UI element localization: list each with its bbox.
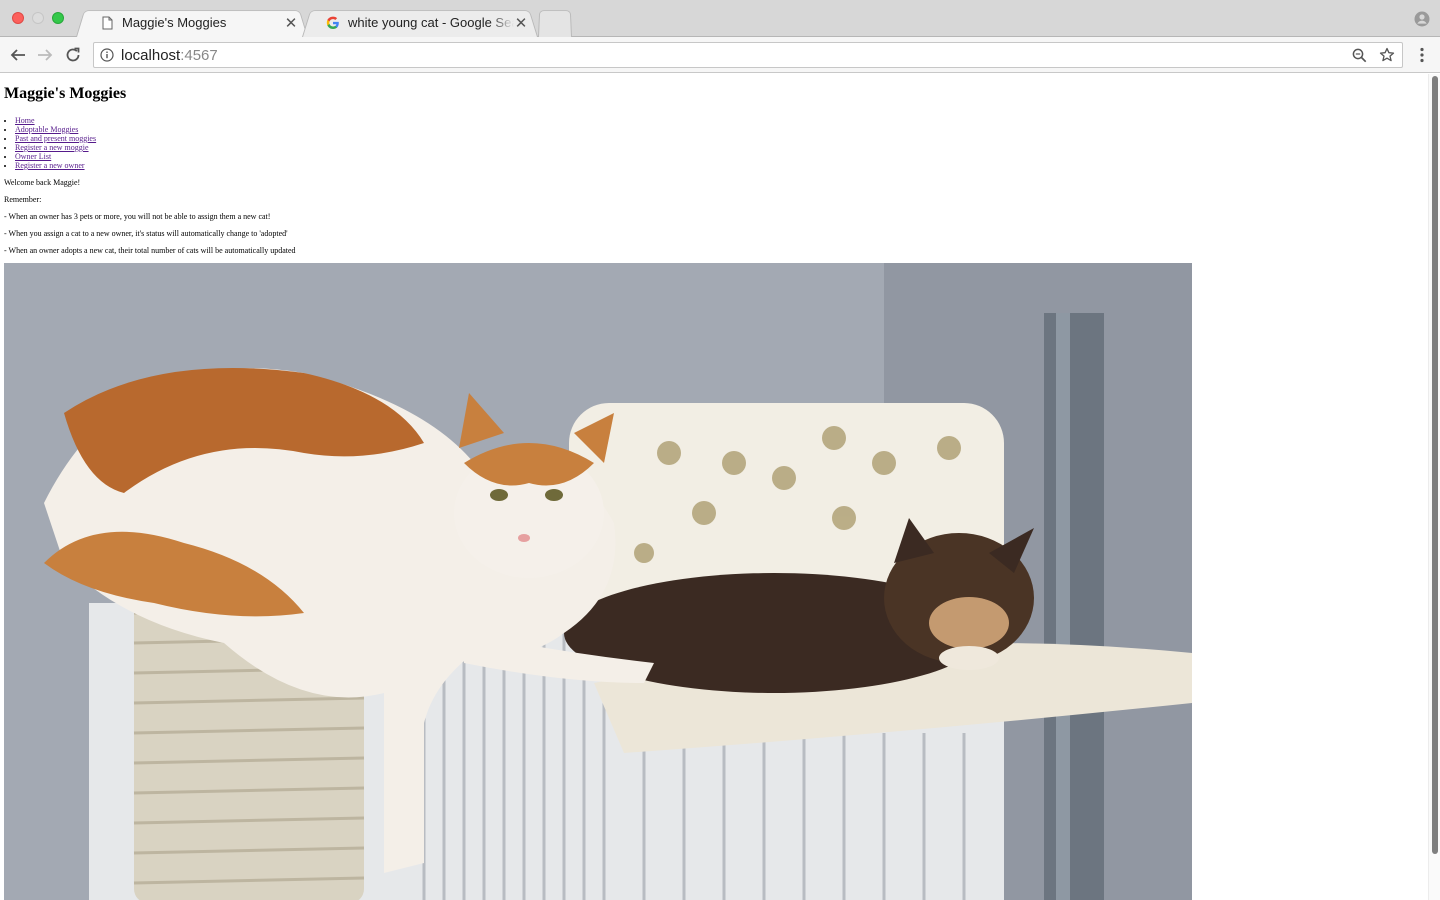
url-text[interactable]: localhost:4567 — [121, 47, 1350, 64]
info-icon[interactable] — [99, 47, 115, 63]
nav-item-register-owner: Register a new owner — [15, 161, 1424, 170]
bookmark-star-icon[interactable] — [1378, 46, 1396, 64]
forward-arrow-icon[interactable] — [35, 45, 55, 65]
window-minimize-button[interactable] — [32, 12, 44, 24]
page-icon — [100, 15, 114, 31]
nav-link-register-moggie[interactable]: Register a new moggie — [15, 143, 89, 152]
window-close-button[interactable] — [12, 12, 24, 24]
scrollbar-thumb[interactable] — [1432, 76, 1438, 854]
reload-icon[interactable] — [63, 45, 83, 65]
window-maximize-button[interactable] — [52, 12, 64, 24]
new-tab-button[interactable] — [538, 8, 572, 38]
nav-item-register-moggie: Register a new moggie — [15, 143, 1424, 152]
tab-strip: Maggie's Moggies ✕ white young cat - Goo… — [0, 0, 1440, 38]
nav-link-home[interactable]: Home — [15, 116, 35, 125]
google-g-icon — [326, 15, 340, 31]
note-status-adopted: - When you assign a cat to a new owner, … — [4, 229, 288, 238]
nav-item-past-present: Past and present moggies — [15, 134, 1424, 143]
nav-item-home: Home — [15, 116, 1424, 125]
nav-link-owner-list[interactable]: Owner List — [15, 152, 51, 161]
back-arrow-icon[interactable] — [8, 45, 28, 65]
page-scrollbar[interactable] — [1428, 74, 1440, 900]
page-viewport: Maggie's Moggies Home Adoptable Moggies … — [0, 74, 1428, 900]
browser-toolbar: localhost:4567 — [0, 37, 1440, 73]
close-icon[interactable]: ✕ — [284, 15, 298, 32]
site-nav: Home Adoptable Moggies Past and present … — [4, 116, 1424, 170]
nav-link-past-present-moggies[interactable]: Past and present moggies — [15, 134, 96, 143]
tab-google-search[interactable]: white young cat - Google Search ✕ — [302, 8, 538, 38]
note-cat-count: - When an owner adopts a new cat, their … — [4, 246, 296, 255]
nav-link-adoptable-moggies[interactable]: Adoptable Moggies — [15, 125, 78, 134]
more-menu-icon[interactable] — [1414, 46, 1430, 64]
zoom-icon[interactable] — [1350, 46, 1368, 64]
tab-title: Maggie's Moggies — [122, 15, 227, 30]
remember-heading: Remember: — [4, 195, 42, 204]
nav-link-register-owner[interactable]: Register a new owner — [15, 161, 85, 170]
address-bar[interactable]: localhost:4567 — [93, 42, 1403, 68]
note-pet-limit: - When an owner has 3 pets or more, you … — [4, 212, 271, 221]
nav-item-adoptable: Adoptable Moggies — [15, 125, 1424, 134]
close-icon[interactable]: ✕ — [514, 15, 528, 32]
nav-item-owner-list: Owner List — [15, 152, 1424, 161]
profile-icon[interactable] — [1414, 11, 1430, 27]
welcome-message: Welcome back Maggie! — [4, 178, 81, 187]
tab-maggies-moggies[interactable]: Maggie's Moggies ✕ — [76, 8, 308, 38]
page-title: Maggie's Moggies — [4, 85, 127, 102]
tab-title: white young cat - Google Search — [348, 15, 514, 30]
cats-photo — [4, 263, 1192, 900]
